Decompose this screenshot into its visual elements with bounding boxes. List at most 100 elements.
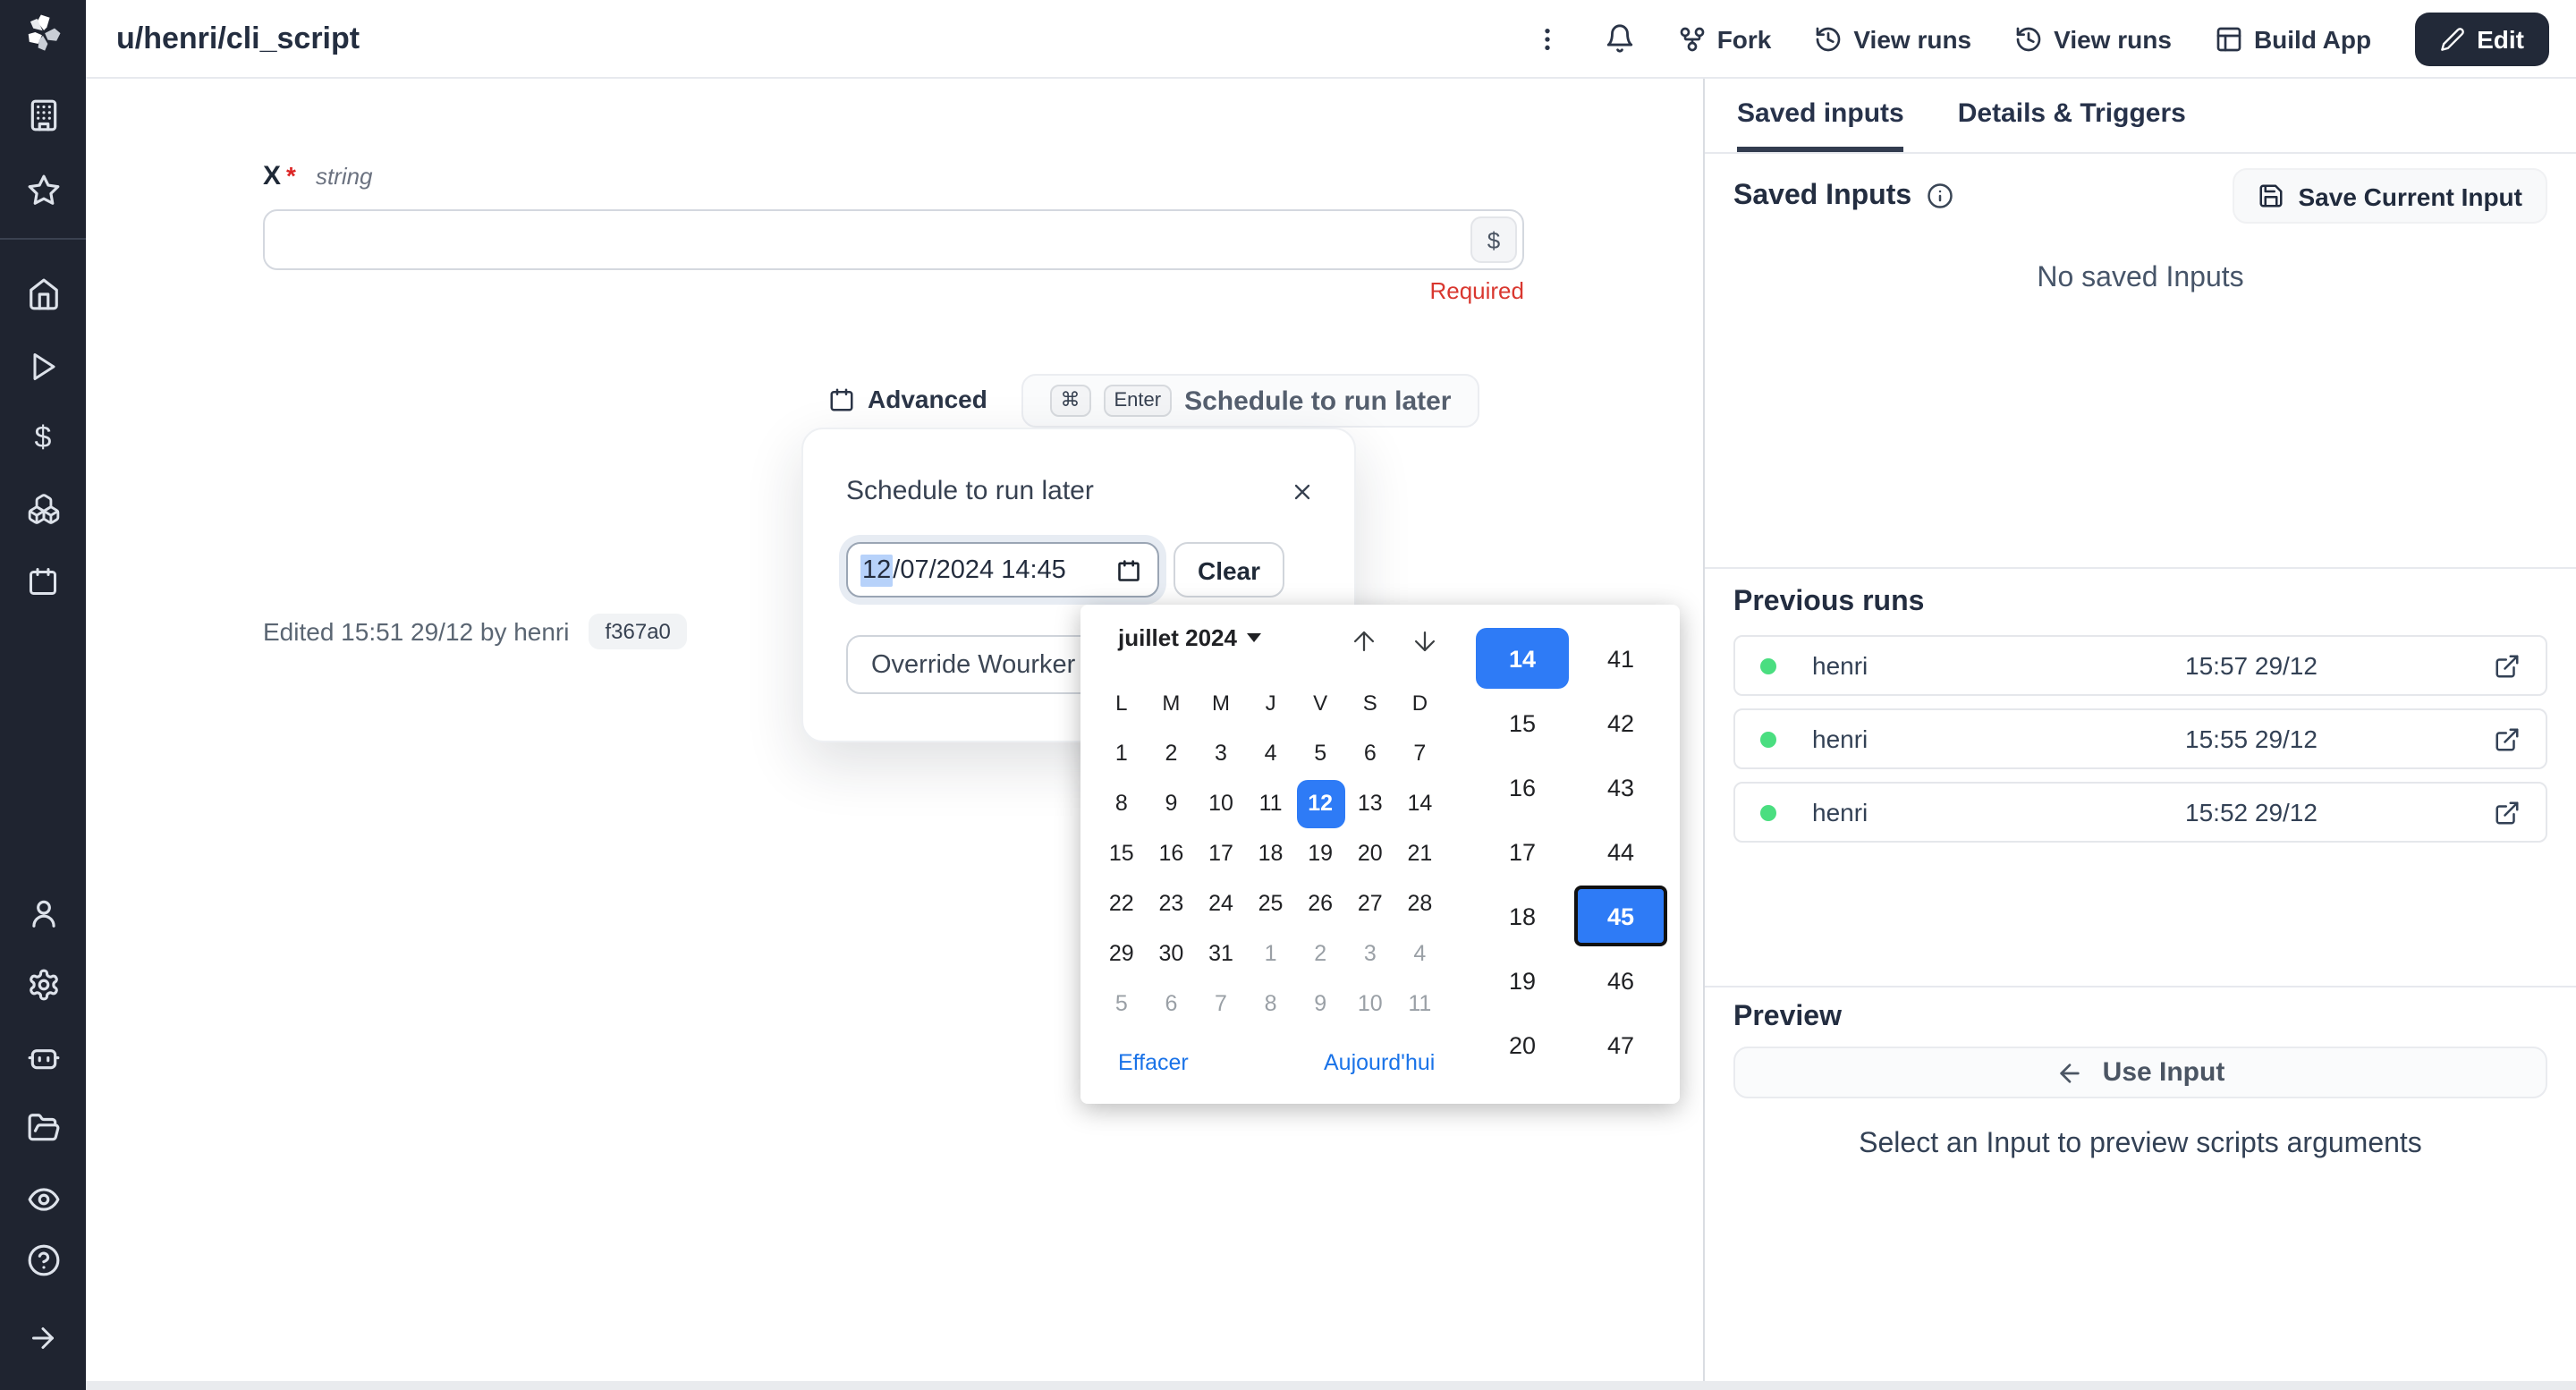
minute-option-selected[interactable]: 45 (1574, 884, 1667, 948)
version-hash-badge[interactable]: f367a0 (589, 614, 687, 649)
calendar-day[interactable]: 25 (1246, 878, 1296, 928)
calendar-day[interactable]: 20 (1345, 828, 1395, 878)
calendar-day[interactable]: 11 (1395, 979, 1445, 1029)
use-input-button[interactable]: Use Input (1733, 1047, 2547, 1098)
sidebar-item-favorites[interactable] (0, 161, 86, 222)
calendar-day[interactable]: 3 (1196, 728, 1246, 778)
external-link-icon[interactable] (2494, 725, 2521, 752)
fork-button[interactable]: Fork (1678, 24, 1772, 53)
minute-option[interactable]: 42 (1574, 691, 1667, 755)
bell-icon[interactable] (1605, 23, 1635, 54)
calendar-day[interactable]: 13 (1345, 778, 1395, 828)
month-selector[interactable]: juillet 2024 (1118, 624, 1262, 651)
calendar-day[interactable]: 8 (1246, 979, 1296, 1029)
kebab-menu-icon[interactable] (1533, 24, 1562, 53)
calendar-day[interactable]: 5 (1295, 728, 1345, 778)
tab-saved-inputs[interactable]: Saved inputs (1737, 79, 1904, 152)
calendar-today-link[interactable]: Aujourd'hui (1324, 1050, 1435, 1075)
minute-option[interactable]: 41 (1574, 626, 1667, 691)
calendar-day-selected[interactable]: 12 (1295, 778, 1345, 828)
sidebar-item-variables[interactable]: $ (0, 408, 86, 469)
calendar-day[interactable]: 10 (1345, 979, 1395, 1029)
calendar-day[interactable]: 18 (1246, 828, 1296, 878)
calendar-day[interactable]: 6 (1345, 728, 1395, 778)
sidebar-item-resources[interactable] (0, 479, 86, 540)
calendar-day[interactable]: 23 (1147, 878, 1197, 928)
sidebar-item-settings[interactable] (0, 954, 86, 1014)
calendar-day[interactable]: 2 (1147, 728, 1197, 778)
calendar-day[interactable]: 28 (1395, 878, 1445, 928)
calendar-day[interactable]: 17 (1196, 828, 1246, 878)
calendar-day[interactable]: 3 (1345, 928, 1395, 979)
date-segment-selected[interactable]: 12 (860, 554, 893, 586)
sidebar-item-audit-logs[interactable] (0, 1168, 86, 1229)
calendar-day[interactable]: 5 (1097, 979, 1147, 1029)
minute-option[interactable]: 46 (1574, 948, 1667, 1013)
hour-option-selected[interactable]: 14 (1476, 626, 1569, 691)
calendar-day[interactable]: 21 (1395, 828, 1445, 878)
calendar-day[interactable]: 8 (1097, 778, 1147, 828)
clear-button[interactable]: Clear (1174, 542, 1284, 598)
advanced-button[interactable]: Advanced (828, 374, 987, 424)
calendar-day[interactable]: 22 (1097, 878, 1147, 928)
calendar-day[interactable]: 24 (1196, 878, 1246, 928)
sidebar-item-users[interactable] (0, 882, 86, 943)
calendar-day[interactable]: 2 (1295, 928, 1345, 979)
build-app-button[interactable]: Build App (2215, 24, 2371, 53)
sidebar-item-help[interactable] (0, 1229, 86, 1290)
sidebar-expand-button[interactable] (0, 1308, 86, 1369)
previous-month-button[interactable] (1343, 621, 1383, 660)
calendar-day[interactable]: 9 (1295, 979, 1345, 1029)
run-row[interactable]: henri15:57 29/12 (1733, 635, 2547, 696)
variable-picker-button[interactable]: $ (1470, 216, 1517, 263)
close-icon[interactable] (1290, 479, 1315, 504)
minute-option[interactable]: 44 (1574, 819, 1667, 884)
minute-option[interactable]: 47 (1574, 1013, 1667, 1077)
calendar-day[interactable]: 14 (1395, 778, 1445, 828)
view-runs-button-1[interactable]: View runs (1814, 24, 1971, 53)
calendar-day[interactable]: 26 (1295, 878, 1345, 928)
calendar-day[interactable]: 1 (1097, 728, 1147, 778)
calendar-day[interactable]: 30 (1147, 928, 1197, 979)
calendar-day[interactable]: 4 (1395, 928, 1445, 979)
windmill-logo[interactable] (0, 0, 86, 65)
calendar-day[interactable]: 16 (1147, 828, 1197, 878)
calendar-day[interactable]: 31 (1196, 928, 1246, 979)
sidebar-item-workers[interactable] (0, 1025, 86, 1086)
calendar-day[interactable]: 1 (1246, 928, 1296, 979)
hour-option[interactable]: 20 (1476, 1013, 1569, 1077)
sidebar-item-home[interactable] (0, 265, 86, 326)
calendar-clear-link[interactable]: Effacer (1118, 1050, 1189, 1075)
calendar-day[interactable]: 27 (1345, 878, 1395, 928)
run-row[interactable]: henri15:55 29/12 (1733, 708, 2547, 769)
date-segment-rest[interactable]: /07/2024 14:45 (893, 555, 1066, 584)
calendar-day[interactable]: 7 (1395, 728, 1445, 778)
external-link-icon[interactable] (2494, 652, 2521, 679)
calendar-day[interactable]: 10 (1196, 778, 1246, 828)
sidebar-item-runs[interactable] (0, 336, 86, 397)
hour-option[interactable]: 16 (1476, 755, 1569, 819)
external-link-icon[interactable] (2494, 799, 2521, 826)
minute-option[interactable]: 43 (1574, 755, 1667, 819)
sidebar-item-workspace[interactable] (0, 86, 86, 147)
calendar-day[interactable]: 9 (1147, 778, 1197, 828)
calendar-day[interactable]: 19 (1295, 828, 1345, 878)
hour-option[interactable]: 17 (1476, 819, 1569, 884)
calendar-day[interactable]: 11 (1246, 778, 1296, 828)
run-row[interactable]: henri15:52 29/12 (1733, 782, 2547, 843)
sidebar-item-schedules[interactable] (0, 551, 86, 612)
calendar-day[interactable]: 6 (1147, 979, 1197, 1029)
next-month-button[interactable] (1404, 621, 1444, 660)
hour-option[interactable]: 19 (1476, 948, 1569, 1013)
datetime-input[interactable]: 12/07/2024 14:45 (846, 542, 1159, 598)
calendar-day[interactable]: 4 (1246, 728, 1296, 778)
calendar-picker-icon[interactable] (1116, 557, 1141, 582)
hour-option[interactable]: 15 (1476, 691, 1569, 755)
calendar-day[interactable]: 7 (1196, 979, 1246, 1029)
string-field-input[interactable]: $ (263, 209, 1524, 270)
edit-button[interactable]: Edit (2414, 12, 2549, 65)
view-runs-button-2[interactable]: View runs (2014, 24, 2172, 53)
hour-option[interactable]: 18 (1476, 884, 1569, 948)
save-current-input-button[interactable]: Save Current Input (2233, 168, 2548, 224)
schedule-to-run-later-button[interactable]: ⌘ Enter Schedule to run later (1021, 374, 1479, 428)
